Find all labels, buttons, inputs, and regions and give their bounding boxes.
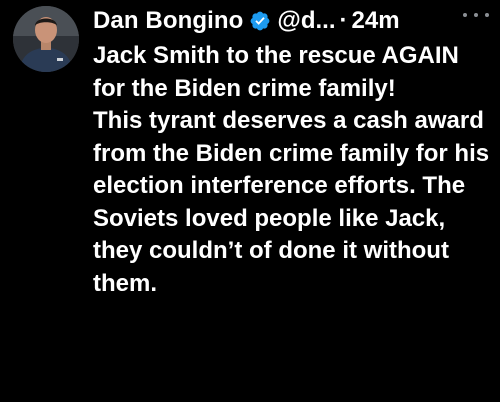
post-paragraph: This tyrant deserves a cash award from t… bbox=[93, 107, 490, 297]
more-options-icon[interactable] bbox=[463, 8, 489, 22]
separator-dot: · bbox=[339, 7, 348, 34]
post: Dan Bongino @d... · 24m Jack Smith to th… bbox=[0, 0, 500, 402]
more-dot bbox=[485, 13, 489, 17]
verified-badge-icon bbox=[249, 10, 271, 32]
post-paragraph: Jack Smith to the rescue AGAIN for the B… bbox=[93, 42, 459, 102]
author-handle[interactable]: @d... bbox=[277, 7, 335, 35]
post-header: Dan Bongino @d... · 24m bbox=[93, 4, 493, 38]
post-text: Jack Smith to the rescue AGAIN for the B… bbox=[93, 40, 493, 300]
avatar-image bbox=[13, 6, 79, 72]
avatar[interactable] bbox=[13, 6, 79, 72]
more-dot bbox=[463, 13, 467, 17]
post-timestamp[interactable]: 24m bbox=[352, 7, 400, 35]
more-dot bbox=[474, 13, 478, 17]
author-name[interactable]: Dan Bongino bbox=[93, 7, 243, 35]
